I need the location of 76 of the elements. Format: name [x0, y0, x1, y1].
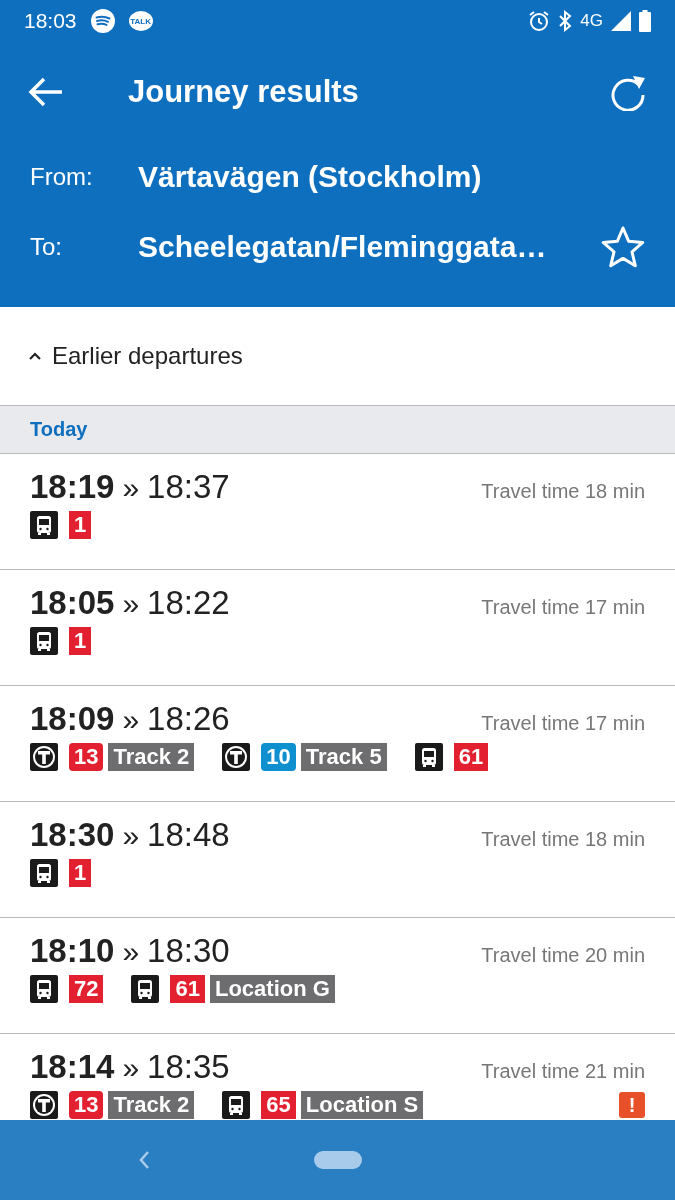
platform-badge: Location S: [300, 1091, 424, 1119]
arrival-time: 18:37: [147, 468, 230, 506]
platform-badge: Location G: [209, 975, 335, 1003]
platform-badge: Track 2: [108, 743, 195, 771]
journey-row[interactable]: 18:19 » 18:37 Travel time 18 min 1: [0, 454, 675, 570]
travel-time: Travel time 17 min: [481, 712, 645, 735]
journey-row[interactable]: 18:30 » 18:48 Travel time 18 min 1: [0, 802, 675, 918]
separator-mark: »: [122, 471, 140, 505]
line-badge: 1: [69, 859, 92, 887]
line-badge: 1: [69, 627, 92, 655]
bus-icon: [30, 975, 58, 1003]
network-label: 4G: [580, 11, 603, 31]
arrival-time: 18:30: [147, 932, 230, 970]
battery-icon: [639, 10, 651, 32]
music-app-icon: [90, 9, 115, 33]
bus-icon: [414, 743, 443, 771]
signal-icon: [611, 11, 631, 31]
departure-time: 18:05: [30, 584, 115, 622]
separator-mark: »: [122, 703, 140, 737]
destination-stop: Scheelegatan/Fleminggata…: [138, 230, 547, 264]
chevron-up-icon: [28, 351, 42, 361]
travel-time: Travel time 20 min: [481, 944, 645, 967]
metro-icon: [222, 743, 251, 771]
metro-icon: [30, 1091, 58, 1119]
bus-icon: [222, 1091, 251, 1119]
line-badge: 13: [69, 743, 104, 771]
earlier-departures-label: Earlier departures: [52, 342, 243, 370]
line-badge: 61: [453, 743, 489, 771]
alarm-icon: [528, 10, 551, 32]
travel-time: Travel time 21 min: [481, 1060, 645, 1083]
line-badge: 10: [261, 743, 296, 771]
home-handle[interactable]: [313, 1151, 362, 1169]
travel-time: Travel time 17 min: [481, 596, 645, 619]
refresh-icon[interactable]: [611, 73, 647, 111]
bus-icon: [30, 511, 58, 539]
journey-row[interactable]: 18:05 » 18:22 Travel time 17 min 1: [0, 570, 675, 686]
departure-time: 18:30: [30, 816, 115, 854]
chat-app-icon: TALK: [128, 11, 153, 31]
origin-stop: Värtavägen (Stockholm): [138, 160, 482, 194]
line-badge: 72: [69, 975, 104, 1003]
line-badge: 61: [170, 975, 205, 1003]
departure-time: 18:19: [30, 468, 115, 506]
to-label: To:: [30, 233, 63, 261]
separator-mark: »: [122, 587, 140, 621]
line-badge: 65: [261, 1091, 296, 1119]
separator-mark: »: [122, 1051, 140, 1085]
bluetooth-icon: [558, 10, 573, 32]
journey-row[interactable]: 18:09 » 18:26 Travel time 17 min 13 Track 2 10 Track 5 61: [0, 686, 675, 802]
back-arrow-icon[interactable]: [28, 77, 64, 107]
journey-row[interactable]: 18:10 » 18:30 Travel time 20 min 72 61 Location G: [0, 918, 675, 1034]
metro-icon: [30, 743, 58, 771]
line-badge: 1: [69, 511, 92, 539]
line-badge: 13: [69, 1091, 104, 1119]
section-header: Today: [0, 406, 675, 454]
status-time: 18:03: [24, 9, 77, 33]
departure-time: 18:10: [30, 932, 115, 970]
departure-time: 18:14: [30, 1048, 115, 1086]
travel-time: Travel time 18 min: [481, 828, 645, 851]
bus-icon: [131, 975, 160, 1003]
platform-badge: Track 2: [108, 1091, 195, 1119]
back-icon[interactable]: [138, 1150, 150, 1170]
separator-mark: »: [122, 819, 140, 853]
star-icon[interactable]: [601, 226, 645, 268]
separator-mark: »: [122, 935, 140, 969]
screen-title: Journey results: [128, 74, 359, 110]
arrival-time: 18:35: [147, 1048, 230, 1086]
departure-time: 18:09: [30, 700, 115, 738]
arrival-time: 18:26: [147, 700, 230, 738]
bus-icon: [30, 627, 58, 655]
alert-badge: !: [619, 1092, 645, 1118]
arrival-time: 18:48: [147, 816, 230, 854]
arrival-time: 18:22: [147, 584, 230, 622]
from-label: From:: [30, 163, 94, 191]
platform-badge: Track 5: [300, 743, 387, 771]
travel-time: Travel time 18 min: [481, 480, 645, 503]
bus-icon: [30, 859, 58, 887]
